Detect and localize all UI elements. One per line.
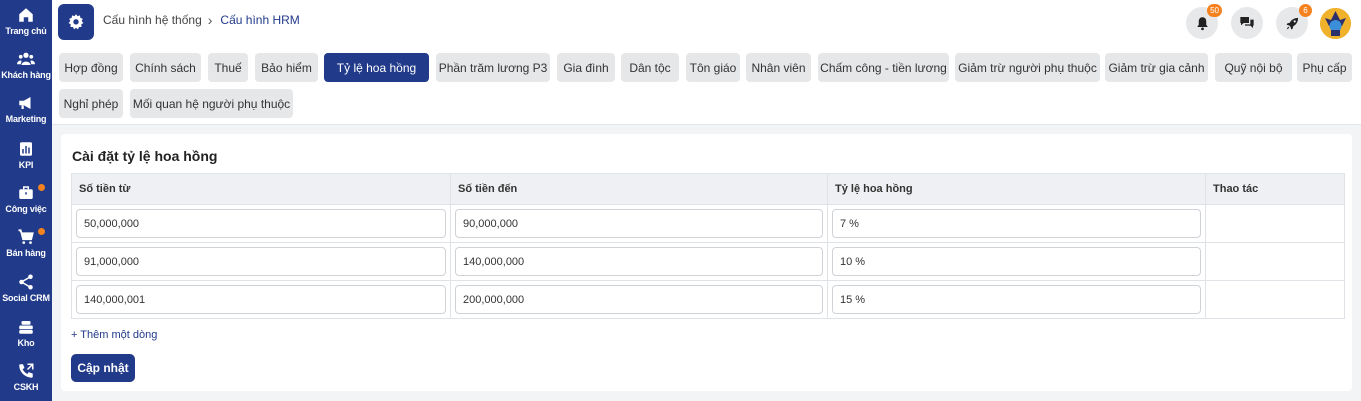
rocket-button[interactable]: 6 [1276,4,1312,39]
commission-table: Số tiền từ Số tiền đến Tỷ lệ hoa hồng Th… [71,173,1345,319]
briefcase-icon [19,186,33,199]
tab-dependent-relationship[interactable]: Mối quan hệ người phụ thuộc [130,89,293,118]
tab-policy[interactable]: Chính sách [130,53,201,82]
tab-commission-rate[interactable]: Tỷ lệ hoa hồng [324,53,429,82]
cell-amount-to [450,204,828,243]
config-tabs: Hợp đồng Chính sách Thuế Bảo hiểm Tỷ lệ … [52,44,1361,125]
notification-badge: 50 [1207,4,1222,17]
chat-icon [1240,17,1254,28]
table-row [71,204,1345,243]
home-icon [19,8,33,22]
cell-actions [1205,242,1345,281]
sidebar-item-label: Khách hàng [1,70,51,80]
gear-icon [68,14,84,30]
tab-insurance[interactable]: Bảo hiểm [255,53,318,82]
breadcrumb-parent[interactable]: Cấu hình hệ thống [103,13,202,27]
cell-amount-to [450,242,828,281]
breadcrumb: Cấu hình hệ thống › Cấu hình HRM [103,13,300,27]
rocket-icon [1286,17,1298,29]
sidebar-item-label: Marketing [5,114,47,124]
sidebar: Trang chủ Khách hàng Marketing KPI Công … [0,0,52,401]
cart-icon [18,229,34,244]
tab-timekeeping-payroll[interactable]: Chấm công - tiền lương [818,53,949,82]
sidebar-item-label: Kho [17,338,35,348]
add-row-link[interactable]: + Thêm một dòng [71,329,157,341]
tab-tax[interactable]: Thuế [208,53,248,82]
column-header-commission-rate: Tỷ lệ hoa hồng [827,173,1206,205]
tab-salary-p3-percent[interactable]: Phần trăm lương P3 [436,53,550,82]
tab-family-deduction[interactable]: Giảm trừ gia cảnh [1105,53,1208,82]
avatar-image [1320,8,1351,39]
sidebar-item-warehouse[interactable]: Kho [0,314,52,358]
sidebar-item-customers[interactable]: Khách hàng [0,46,52,90]
cell-amount-from [71,242,451,281]
tab-employee[interactable]: Nhân viên [746,53,811,82]
cell-amount-to [450,280,828,319]
commission-rate-input[interactable] [832,247,1201,276]
breadcrumb-current: Cấu hình HRM [220,13,300,27]
table-row [71,280,1345,319]
sidebar-item-label: Công việc [5,204,47,214]
cell-actions [1205,204,1345,243]
amount-to-input[interactable] [455,285,823,314]
rocket-badge: 6 [1299,4,1312,17]
page-title: Cài đặt tỷ lệ hoa hồng [72,148,218,164]
amount-from-input[interactable] [76,285,446,314]
notifications-button[interactable]: 50 [1186,4,1222,39]
megaphone-icon [19,97,31,109]
cell-commission-rate [827,242,1206,281]
chart-icon [20,142,32,156]
tab-family[interactable]: Gia đình [557,53,615,82]
settings-button[interactable] [58,4,94,40]
commission-settings-card: Cài đặt tỷ lệ hoa hồng Số tiền từ Số tiề… [61,134,1352,391]
cell-commission-rate [827,204,1206,243]
table-row [71,242,1345,281]
amount-to-input[interactable] [455,209,823,238]
cell-amount-from [71,204,451,243]
commission-rate-input[interactable] [832,209,1201,238]
notification-dot [38,228,45,235]
commission-rate-input[interactable] [832,285,1201,314]
bell-icon [1196,16,1208,30]
column-header-amount-from: Số tiền từ [71,173,451,205]
users-icon [17,52,35,65]
warehouse-icon [19,321,33,334]
share-icon [19,274,33,290]
sidebar-item-label: Social CRM [2,293,50,303]
cell-actions [1205,280,1345,319]
tab-dependent-deduction[interactable]: Giảm trừ người phụ thuộc [955,53,1100,82]
cell-commission-rate [827,280,1206,319]
column-header-amount-to: Số tiền đến [450,173,828,205]
update-button[interactable]: Cập nhật [71,354,135,382]
tab-allowance[interactable]: Phụ cấp [1297,53,1352,82]
tab-ethnicity[interactable]: Dân tộc [621,53,679,82]
tab-religion[interactable]: Tôn giáo [686,53,740,82]
chevron-right-icon: › [207,12,213,28]
phone-icon [19,363,34,378]
amount-from-input[interactable] [76,247,446,276]
tab-internal-fund[interactable]: Quỹ nội bộ [1215,53,1292,82]
tab-contract[interactable]: Hợp đồng [59,53,123,82]
amount-from-input[interactable] [76,209,446,238]
sidebar-item-social-crm[interactable]: Social CRM [0,269,52,313]
topbar: Cấu hình hệ thống › Cấu hình HRM 50 6 [52,0,1361,44]
column-header-actions: Thao tác [1205,173,1345,205]
sidebar-item-kpi[interactable]: KPI [0,136,52,180]
sidebar-item-label: CSKH [13,382,39,392]
sidebar-item-marketing[interactable]: Marketing [0,90,52,134]
sidebar-item-label: KPI [18,160,34,170]
tab-leave[interactable]: Nghỉ phép [59,89,123,118]
table-header-row: Số tiền từ Số tiền đến Tỷ lệ hoa hồng Th… [71,173,1345,205]
sidebar-item-customer-care[interactable]: CSKH [0,358,52,401]
sidebar-item-home[interactable]: Trang chủ [0,2,52,46]
sidebar-item-label: Bán hàng [6,248,46,258]
amount-to-input[interactable] [455,247,823,276]
cell-amount-from [71,280,451,319]
avatar[interactable] [1320,8,1351,39]
sidebar-item-label: Trang chủ [5,26,47,36]
messages-button[interactable] [1231,7,1263,39]
notification-dot [38,184,45,191]
